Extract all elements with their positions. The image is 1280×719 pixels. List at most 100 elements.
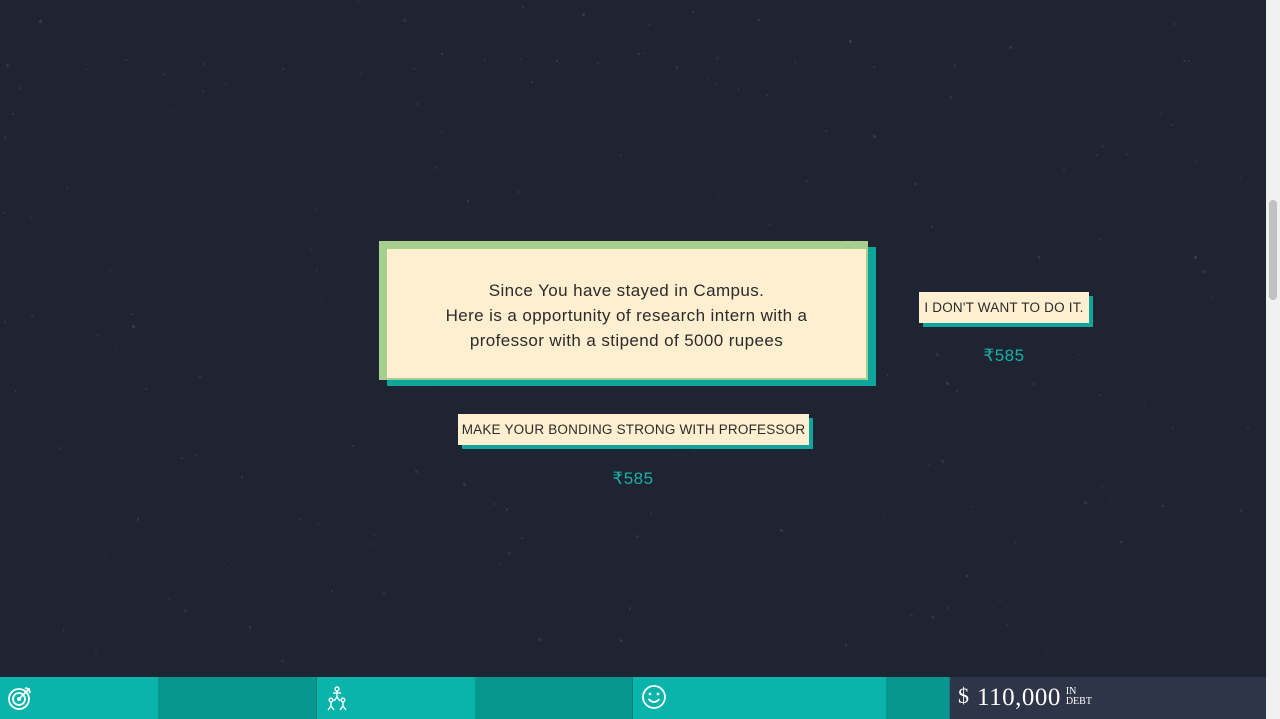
background-speck bbox=[1218, 593, 1221, 596]
background-speck bbox=[136, 518, 140, 521]
background-speck bbox=[108, 270, 112, 273]
background-speck bbox=[1078, 353, 1080, 355]
background-speck bbox=[608, 44, 610, 46]
page-scrollbar[interactable] bbox=[1266, 0, 1280, 719]
background-speck bbox=[970, 505, 972, 508]
bond-professor-choice-button[interactable]: MAKE YOUR BONDING STRONG WITH PROFESSOR bbox=[458, 414, 809, 445]
background-speck bbox=[1109, 500, 1111, 502]
background-speck bbox=[281, 659, 284, 663]
background-speck bbox=[1084, 500, 1087, 504]
background-speck bbox=[325, 462, 327, 464]
background-speck bbox=[351, 231, 354, 234]
background-speck bbox=[499, 563, 502, 566]
background-speck bbox=[1095, 153, 1098, 157]
background-speck bbox=[1188, 59, 1191, 62]
background-speck bbox=[1213, 157, 1216, 159]
background-speck bbox=[199, 375, 202, 378]
scenario-line: Since You have stayed in Campus. bbox=[488, 281, 765, 300]
background-speck bbox=[649, 511, 652, 514]
background-speck bbox=[168, 598, 171, 601]
background-speck bbox=[767, 223, 771, 227]
background-speck bbox=[910, 613, 913, 617]
background-speck bbox=[913, 183, 916, 186]
background-speck bbox=[619, 639, 623, 642]
background-speck bbox=[947, 607, 950, 610]
background-speck bbox=[955, 390, 958, 393]
background-speck bbox=[248, 625, 252, 629]
status-bar: $ 110,000 IN DEBT bbox=[0, 677, 1266, 719]
background-speck bbox=[95, 651, 97, 654]
background-speck bbox=[281, 67, 284, 70]
background-speck bbox=[684, 453, 687, 455]
background-speck bbox=[1037, 256, 1041, 259]
background-speck bbox=[638, 52, 640, 55]
background-speck bbox=[227, 565, 229, 568]
background-speck bbox=[555, 59, 558, 63]
background-speck bbox=[415, 469, 419, 473]
background-speck bbox=[692, 11, 695, 14]
decline-choice-button[interactable]: I DON'T WANT TO DO IT. bbox=[919, 292, 1089, 323]
background-speck bbox=[194, 453, 197, 456]
background-speck bbox=[628, 607, 631, 610]
background-speck bbox=[16, 500, 18, 502]
background-speck bbox=[441, 131, 443, 133]
background-speck bbox=[306, 630, 310, 634]
background-speck bbox=[1044, 648, 1048, 652]
background-speck bbox=[1233, 613, 1236, 616]
background-speck bbox=[315, 269, 318, 272]
background-speck bbox=[946, 381, 949, 385]
background-speck bbox=[517, 190, 520, 193]
background-speck bbox=[753, 70, 756, 73]
background-speck bbox=[927, 463, 931, 466]
background-speck bbox=[298, 497, 300, 500]
game-stage: Since You have stayed in Campus. Here is… bbox=[0, 0, 1266, 719]
background-speck bbox=[941, 460, 945, 463]
background-speck bbox=[197, 323, 200, 326]
background-speck bbox=[805, 179, 808, 182]
background-speck bbox=[493, 502, 496, 506]
background-speck bbox=[281, 261, 283, 263]
background-speck bbox=[84, 68, 87, 71]
background-speck bbox=[1190, 238, 1192, 241]
background-speck bbox=[1120, 540, 1123, 544]
background-speck bbox=[727, 515, 729, 517]
background-speck bbox=[965, 575, 968, 577]
background-speck bbox=[1183, 59, 1186, 63]
debt-label: IN DEBT bbox=[1065, 685, 1092, 707]
background-speck bbox=[1247, 425, 1250, 428]
background-speck bbox=[756, 18, 760, 22]
background-speck bbox=[825, 130, 828, 133]
background-speck bbox=[582, 13, 586, 17]
background-speck bbox=[194, 473, 196, 475]
background-speck bbox=[282, 301, 284, 303]
target-icon bbox=[8, 687, 31, 710]
background-speck bbox=[522, 5, 525, 8]
background-speck bbox=[620, 154, 623, 157]
background-speck bbox=[382, 591, 386, 595]
scrollbar-thumb[interactable] bbox=[1269, 200, 1277, 300]
background-speck bbox=[765, 93, 769, 97]
background-speck bbox=[201, 89, 205, 92]
background-speck bbox=[310, 249, 312, 251]
background-speck bbox=[59, 447, 63, 451]
background-speck bbox=[484, 58, 487, 61]
background-speck bbox=[1143, 401, 1146, 404]
debt-display: $ 110,000 IN DEBT bbox=[950, 677, 1266, 719]
background-speck bbox=[1258, 9, 1260, 11]
background-speck bbox=[1140, 647, 1142, 649]
background-speck bbox=[1205, 4, 1207, 7]
background-speck bbox=[886, 374, 889, 377]
background-speck bbox=[144, 388, 147, 390]
background-speck bbox=[1113, 315, 1116, 317]
bond-professor-choice-price: ₹585 bbox=[612, 469, 654, 488]
background-speck bbox=[30, 216, 33, 219]
background-speck bbox=[39, 20, 42, 23]
background-speck bbox=[559, 640, 561, 642]
background-speck bbox=[1101, 145, 1104, 148]
background-speck bbox=[443, 232, 445, 234]
background-speck bbox=[712, 409, 715, 411]
background-speck bbox=[179, 17, 182, 20]
background-speck bbox=[559, 591, 562, 594]
background-speck bbox=[883, 513, 885, 515]
background-speck bbox=[63, 629, 65, 631]
